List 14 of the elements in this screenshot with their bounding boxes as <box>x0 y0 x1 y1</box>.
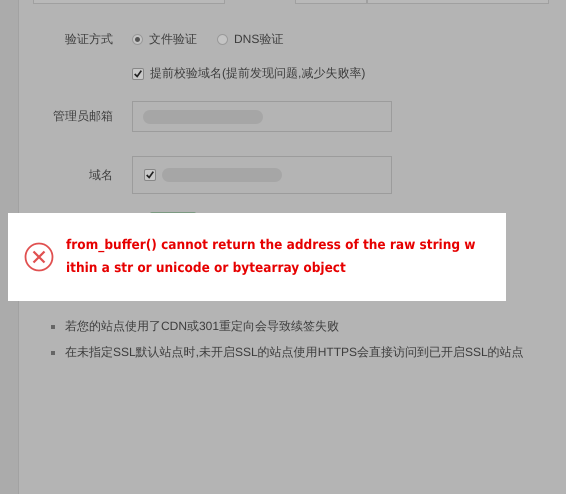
note-text: 在未指定SSL默认站点时,未开启SSL的站点使用HTTPS会直接访问到已开启SSL的站点 <box>65 344 524 361</box>
checkbox[interactable] <box>132 68 144 80</box>
note-text: 若您的站点使用了CDN或301重定向会导致续签失败 <box>65 318 340 335</box>
radio-option[interactable]: DNS验证 <box>217 30 284 48</box>
domain-field[interactable] <box>132 156 392 194</box>
field-label: 域名 <box>88 166 114 184</box>
checkbox[interactable] <box>144 169 156 181</box>
radio-option[interactable]: 文件验证 <box>132 30 197 48</box>
field-label: 管理员邮箱 <box>52 108 114 125</box>
email-field[interactable] <box>132 101 392 132</box>
error-icon <box>24 242 54 272</box>
checkbox-label: 提前校验域名(提前发现问题,减少失败率) <box>150 65 366 82</box>
field-label: 验证方式 <box>64 30 114 48</box>
error-message: from_buffer() cannot return the address of the raw string w ithin a str or unicode or bytearray object <box>66 236 476 278</box>
